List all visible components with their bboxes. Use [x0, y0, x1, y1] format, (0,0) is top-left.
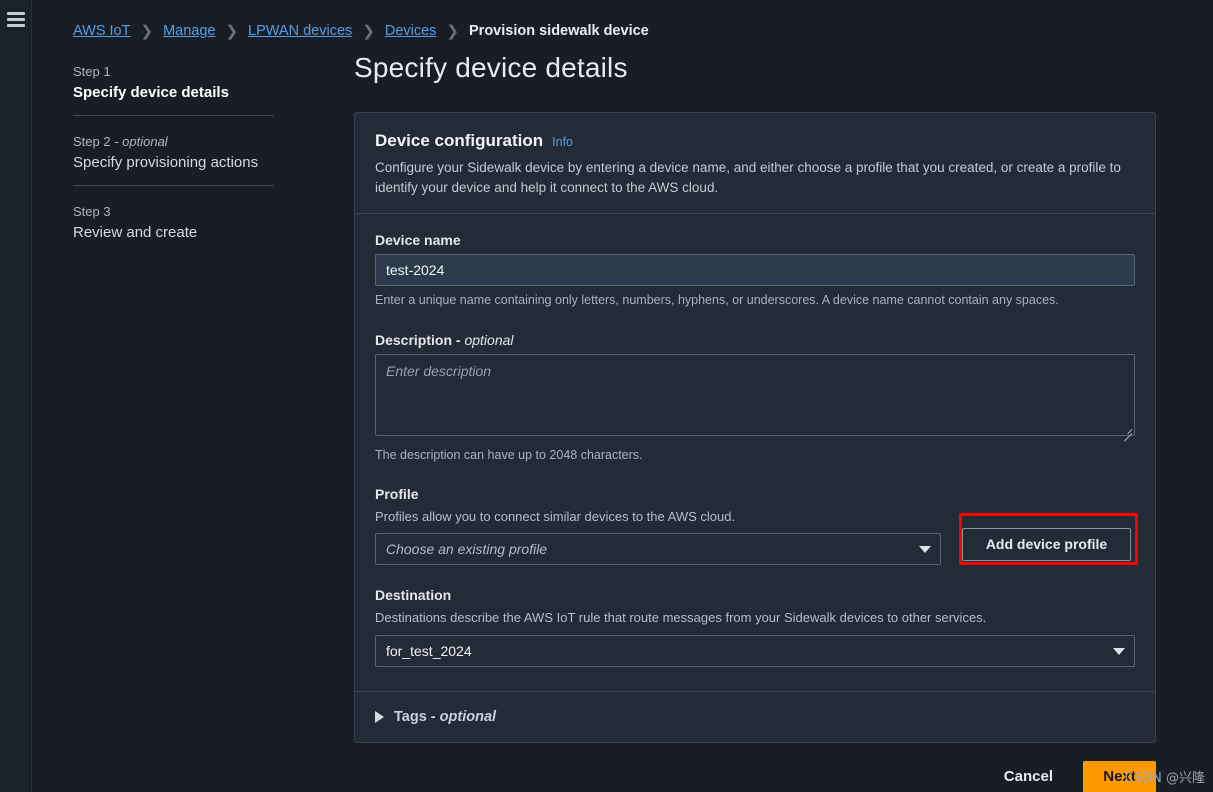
- card-description: Configure your Sidewalk device by enteri…: [375, 160, 1121, 195]
- profile-label: Profile: [375, 486, 419, 503]
- wizard-steps: Step 1 Specify device details Step 2 - o…: [73, 58, 315, 254]
- profile-select[interactable]: Choose an existing profile: [375, 533, 941, 566]
- breadcrumb-item-aws-iot[interactable]: AWS IoT: [73, 23, 130, 39]
- main-canvas: AWS IoT ❯ Manage ❯ LPWAN devices ❯ Devic…: [32, 0, 1213, 792]
- destination-select[interactable]: for_test_2024: [375, 634, 1135, 667]
- tags-label: Tags - optional: [394, 708, 497, 725]
- device-name-field: Device name Enter a unique name containi…: [375, 232, 1135, 310]
- hamburger-bar: [6, 24, 25, 27]
- hamburger-bar: [6, 12, 25, 15]
- content-column: Specify device details Device configurat…: [354, 52, 1182, 792]
- wizard-step-2[interactable]: Step 2 - optional Specify provisioning a…: [73, 128, 315, 185]
- wizard-step-3[interactable]: Step 3 Review and create: [73, 198, 315, 255]
- add-device-profile-zone: Add device profile: [959, 513, 1138, 566]
- description-field: Description - optional The description c…: [375, 332, 1135, 465]
- step-divider: [73, 114, 274, 116]
- breadcrumb-item-current: Provision sidewalk device: [469, 23, 649, 39]
- form-footer: Cancel Next: [354, 760, 1156, 792]
- step-3-title: Review and create: [73, 223, 198, 241]
- device-name-input[interactable]: [375, 254, 1135, 287]
- aws-console-page: AWS IoT ❯ Manage ❯ LPWAN devices ❯ Devic…: [0, 0, 1213, 792]
- step-1-number: Step 1: [73, 64, 111, 79]
- profile-select-value: Choose an existing profile: [386, 541, 548, 558]
- step-1-title: Specify device details: [73, 84, 229, 101]
- device-name-label: Device name: [375, 232, 461, 249]
- info-link[interactable]: Info: [552, 135, 573, 149]
- device-configuration-card: Device configuration Info Configure your…: [354, 112, 1156, 743]
- destination-field: Destination Destinations describe the AW…: [375, 587, 1135, 667]
- breadcrumb-item-lpwan-devices[interactable]: LPWAN devices: [248, 23, 352, 39]
- page-title: Specify device details: [354, 52, 628, 83]
- next-button[interactable]: Next: [1083, 760, 1156, 792]
- step-3-number: Step 3: [73, 203, 111, 219]
- card-body: Device name Enter a unique name containi…: [355, 214, 1155, 690]
- destination-sublabel: Destinations describe the AWS IoT rule t…: [375, 610, 987, 626]
- chevron-right-icon: ❯: [140, 22, 154, 40]
- description-label: Description - optional: [375, 331, 514, 348]
- chevron-down-icon: [1113, 647, 1125, 655]
- description-textarea[interactable]: [375, 353, 1135, 436]
- chevron-right-icon: ❯: [225, 22, 239, 40]
- chevron-down-icon: [919, 546, 931, 554]
- card-title: Device configuration: [375, 131, 544, 150]
- step-2-title: Specify provisioning actions: [73, 153, 259, 171]
- cancel-button[interactable]: Cancel: [1000, 762, 1057, 791]
- triangle-right-icon: [375, 710, 384, 723]
- hamburger-bar: [6, 18, 25, 21]
- hamburger-menu-icon[interactable]: [6, 12, 25, 27]
- description-hint: The description can have up to 2048 char…: [375, 447, 643, 462]
- tags-expandable-section[interactable]: Tags - optional: [355, 692, 1155, 742]
- breadcrumb: AWS IoT ❯ Manage ❯ LPWAN devices ❯ Devic…: [73, 23, 649, 39]
- add-device-profile-button[interactable]: Add device profile: [962, 527, 1131, 561]
- left-rail: [0, 0, 32, 792]
- breadcrumb-item-devices[interactable]: Devices: [385, 23, 437, 39]
- device-name-hint: Enter a unique name containing only lett…: [375, 293, 1059, 308]
- breadcrumb-item-manage[interactable]: Manage: [163, 23, 215, 39]
- step-divider: [73, 184, 274, 186]
- chevron-right-icon: ❯: [362, 22, 375, 40]
- destination-label: Destination: [375, 587, 452, 604]
- chevron-right-icon: ❯: [446, 22, 459, 40]
- step-2-number: Step 2 - optional: [73, 133, 168, 149]
- destination-select-value: for_test_2024: [386, 642, 472, 659]
- card-header: Device configuration Info Configure your…: [355, 113, 1155, 213]
- profile-field: Profile Profiles allow you to connect si…: [375, 486, 1138, 566]
- profile-sublabel: Profiles allow you to connect similar de…: [375, 509, 736, 525]
- wizard-step-1[interactable]: Step 1 Specify device details: [73, 58, 315, 115]
